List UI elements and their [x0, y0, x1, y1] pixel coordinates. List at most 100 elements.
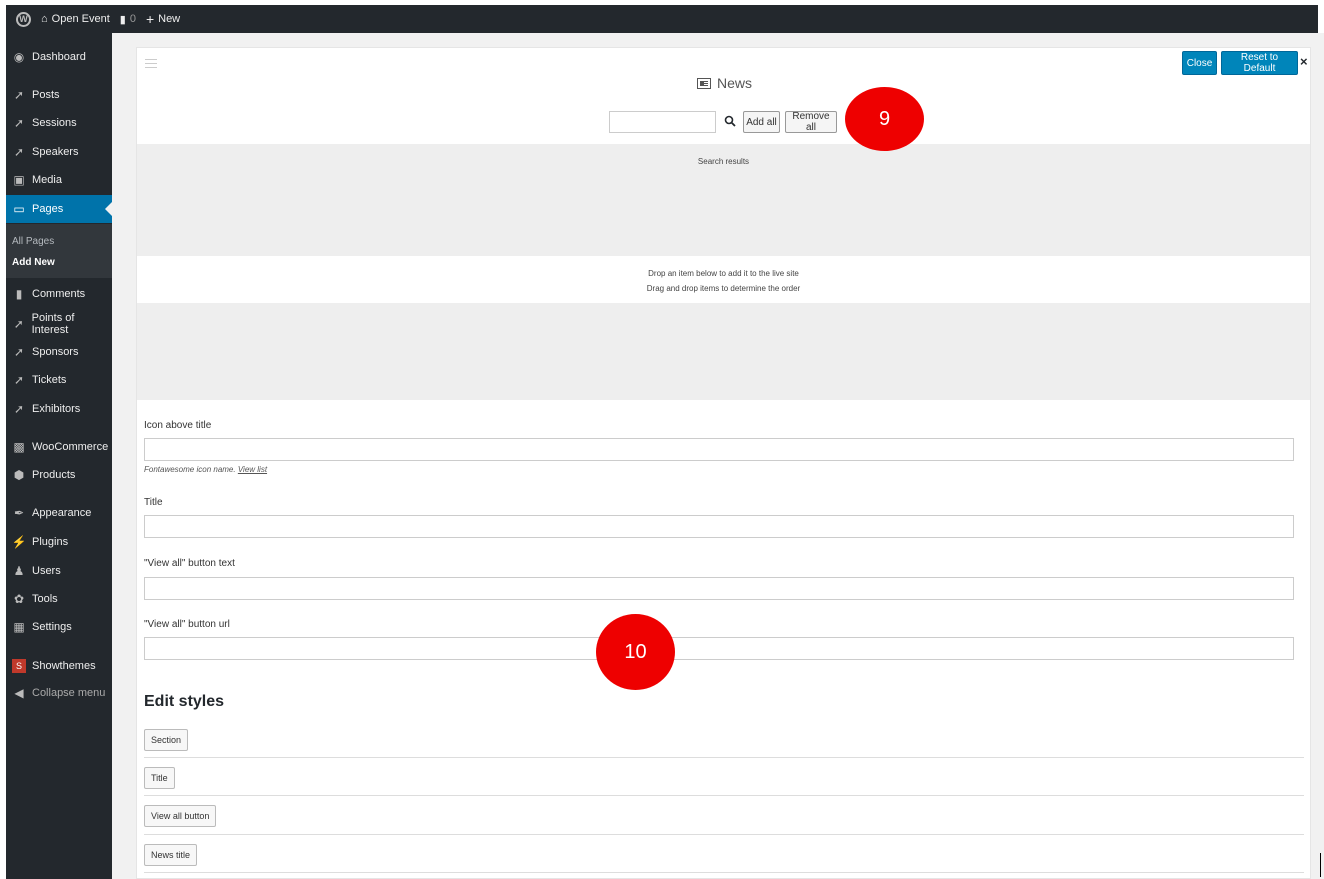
sidebar-item-label: Points of Interest: [31, 312, 75, 336]
sidebar-item-label: Appearance: [32, 507, 92, 519]
pin-icon: ➚: [13, 116, 25, 130]
admin-sidebar: ◉ Dashboard ➚ Posts ➚ Sessions ➚ Speakers ▣ M…: [6, 33, 112, 879]
sidebar-item-label: WooCommerce: [32, 441, 109, 453]
site-name-link[interactable]: ⌂ Open Event: [41, 13, 110, 25]
comment-icon: ▮: [15, 287, 23, 301]
sidebar-item-label: Dashboard: [32, 51, 86, 63]
pin-icon: ➚: [13, 345, 25, 359]
new-content-link[interactable]: + New: [146, 11, 180, 27]
sidebar-item-comments[interactable]: ▮ Comments: [6, 280, 112, 308]
sidebar-item-label: Showthemes: [32, 660, 96, 672]
sidebar-item-label: Tickets: [32, 374, 67, 386]
search-results-label: Search results: [697, 157, 750, 166]
sidebar-item-products[interactable]: ⬢ Products: [6, 461, 112, 489]
view-list-link[interactable]: View list: [238, 465, 267, 474]
sidebar-item-dashboard[interactable]: ◉ Dashboard: [6, 43, 112, 71]
style-news-title-button[interactable]: News title: [144, 844, 198, 866]
close-icon[interactable]: ×: [1300, 54, 1308, 69]
style-section-button[interactable]: Section: [144, 729, 189, 751]
drop-hint-1: Drop an item below to add it to the live…: [648, 269, 799, 278]
pages-icon: ▭: [13, 202, 25, 216]
view-all-text-label: "View all" button text: [144, 558, 235, 569]
user-icon: ♟: [13, 564, 25, 578]
sidebar-item-sessions[interactable]: ➚ Sessions: [6, 109, 112, 137]
style-title-button[interactable]: Title: [144, 767, 175, 789]
sidebar-item-tickets[interactable]: ➚ Tickets: [6, 366, 112, 394]
sidebar-item-label: Collapse menu: [32, 687, 106, 699]
sidebar-item-points-of-interest[interactable]: ➚ Points of Interest: [6, 310, 112, 338]
divider: [144, 834, 1304, 835]
widget-title-text: News: [717, 75, 753, 91]
products-icon: ⬢: [13, 468, 25, 482]
sidebar-item-media[interactable]: ▣ Media: [6, 166, 112, 194]
submenu-add-new[interactable]: Add New: [12, 257, 55, 268]
divider: [144, 757, 1304, 758]
sidebar-item-label: Posts: [32, 89, 60, 101]
sidebar-item-woocommerce[interactable]: ▩ WooCommerce: [6, 433, 112, 461]
icon-above-title-label: Icon above title: [144, 420, 212, 431]
comments-count: 0: [129, 13, 136, 25]
collapse-menu-button[interactable]: ◀ Collapse menu: [6, 679, 112, 707]
view-all-text-field[interactable]: [144, 577, 1294, 600]
plus-icon: +: [145, 11, 155, 27]
reset-to-default-button[interactable]: Reset to Default: [1221, 51, 1298, 75]
wordpress-logo-icon[interactable]: W: [16, 11, 31, 27]
pages-submenu: All Pages Add New: [6, 224, 112, 278]
divider: [144, 795, 1304, 796]
comment-icon: ▮: [119, 13, 126, 26]
view-all-url-label: "View all" button url: [144, 619, 230, 630]
news-icon: [697, 77, 711, 89]
sidebar-item-tools[interactable]: ✿ Tools: [6, 585, 112, 613]
sidebar-item-settings[interactable]: ▦ Settings: [6, 613, 112, 641]
submenu-all-pages[interactable]: All Pages: [12, 236, 54, 247]
collapse-icon: ◀: [14, 686, 24, 700]
search-input[interactable]: [609, 111, 716, 133]
drag-handle-icon[interactable]: [145, 59, 157, 68]
icon-above-title-field[interactable]: [144, 438, 1294, 461]
icon-help-label: Fontawesome icon name.: [144, 465, 236, 474]
add-all-button[interactable]: Add all: [743, 111, 780, 133]
sidebar-item-sponsors[interactable]: ➚ Sponsors: [6, 338, 112, 366]
style-view-all-button[interactable]: View all button: [144, 805, 217, 827]
sidebar-item-label: Sponsors: [32, 346, 79, 358]
settings-icon: ▦: [13, 620, 25, 634]
remove-all-button[interactable]: Remove all: [785, 111, 837, 133]
text-cursor: [1320, 853, 1321, 877]
brush-icon: ✒: [13, 506, 25, 520]
close-button[interactable]: Close: [1182, 51, 1217, 75]
search-icon[interactable]: [724, 115, 736, 127]
sidebar-item-label: Pages: [32, 203, 64, 215]
pin-icon: ➚: [13, 317, 24, 331]
site-name-label: Open Event: [51, 13, 110, 25]
sidebar-item-users[interactable]: ♟ Users: [6, 557, 112, 585]
sidebar-item-appearance[interactable]: ✒ Appearance: [6, 499, 112, 527]
sidebar-item-exhibitors[interactable]: ➚ Exhibitors: [6, 395, 112, 423]
main-content: Close Reset to Default × News Add all Re…: [112, 33, 1324, 879]
sidebar-item-posts[interactable]: ➚ Posts: [6, 81, 112, 109]
icon-help-text: Fontawesome icon name. View list: [144, 465, 267, 474]
drop-hint-2: Drag and drop items to determine the ord…: [646, 284, 801, 293]
sidebar-item-speakers[interactable]: ➚ Speakers: [6, 138, 112, 166]
divider: [144, 872, 1304, 873]
woocommerce-icon: ▩: [13, 440, 25, 454]
sidebar-item-plugins[interactable]: ⚡ Plugins: [6, 528, 112, 556]
pin-icon: ➚: [13, 373, 25, 387]
view-all-url-field[interactable]: [144, 637, 1294, 660]
sidebar-item-showthemes[interactable]: S Showthemes: [6, 652, 112, 680]
widget-title: News: [697, 75, 752, 91]
showthemes-icon: S: [12, 659, 26, 673]
title-field[interactable]: [144, 515, 1294, 538]
drop-zone[interactable]: [137, 303, 1310, 400]
sidebar-item-label: Tools: [32, 593, 58, 605]
pin-icon: ➚: [13, 88, 25, 102]
sidebar-item-label: Media: [32, 174, 62, 186]
sidebar-item-label: Products: [32, 469, 76, 481]
sidebar-item-pages[interactable]: ▭ Pages: [6, 195, 112, 223]
pin-icon: ➚: [13, 402, 25, 416]
sidebar-item-label: Settings: [32, 621, 72, 633]
sidebar-item-label: Comments: [32, 288, 86, 300]
sidebar-item-label: Plugins: [32, 536, 69, 548]
dashboard-icon: ◉: [13, 50, 25, 64]
comments-link[interactable]: ▮ 0: [120, 13, 136, 26]
sidebar-item-label: Sessions: [32, 117, 77, 129]
